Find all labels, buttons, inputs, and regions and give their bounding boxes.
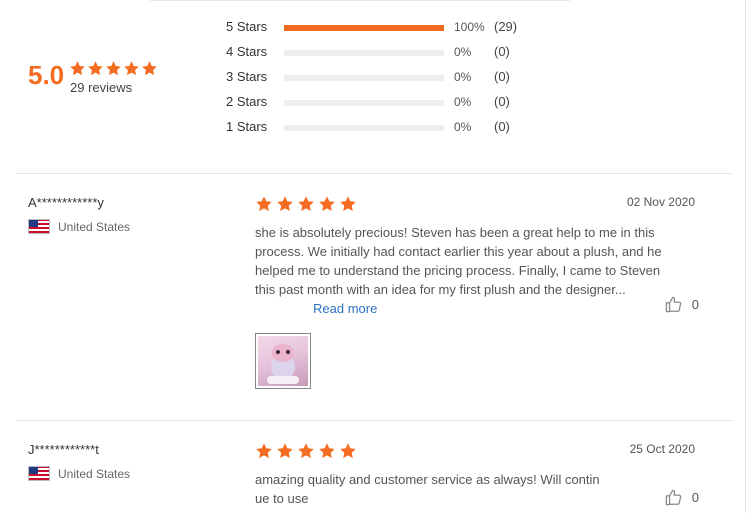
star-icon xyxy=(69,60,86,77)
right-border xyxy=(745,0,746,513)
distribution-bar xyxy=(284,75,444,81)
review-date: 25 Oct 2020 xyxy=(629,442,695,456)
review-count: 29 reviews xyxy=(70,80,133,95)
distribution-label: 5 Stars xyxy=(226,19,268,34)
star-icon xyxy=(339,195,357,213)
distribution-count: (29) xyxy=(494,19,518,34)
distribution-count: (0) xyxy=(494,94,510,109)
reviewer-name: A************y xyxy=(28,195,104,210)
distribution-label: 2 Stars xyxy=(226,94,268,109)
star-icon xyxy=(87,60,104,77)
distribution-count: (0) xyxy=(494,44,510,59)
thumbs-up-icon xyxy=(664,488,683,507)
distribution-percent: 0% xyxy=(454,95,472,109)
distribution-bar xyxy=(284,100,444,106)
us-flag-icon xyxy=(28,219,50,234)
review-photo-thumbnail[interactable] xyxy=(255,333,311,389)
review-stars xyxy=(255,195,357,213)
summary-stars xyxy=(69,60,158,77)
country-name: United States xyxy=(58,219,131,234)
distribution-label: 3 Stars xyxy=(226,69,268,84)
distribution-count: (0) xyxy=(494,119,510,134)
star-icon xyxy=(318,442,336,460)
reviewer-name: J************t xyxy=(28,442,99,457)
thumbs-up-icon xyxy=(664,295,683,314)
section-divider xyxy=(16,420,732,421)
star-icon xyxy=(141,60,158,77)
distribution-percent: 0% xyxy=(454,120,472,134)
distribution-percent: 0% xyxy=(454,70,472,84)
us-flag-icon xyxy=(28,466,50,481)
review-stars xyxy=(255,442,357,460)
country-name: United States xyxy=(58,466,131,481)
star-icon xyxy=(318,195,336,213)
distribution-label: 4 Stars xyxy=(226,44,268,59)
like-count: 0 xyxy=(691,490,699,505)
star-icon xyxy=(255,195,273,213)
star-icon xyxy=(123,60,140,77)
review-body: amazing quality and customer service as … xyxy=(255,472,600,506)
star-icon xyxy=(297,442,315,460)
like-count: 0 xyxy=(691,297,699,312)
review-text: amazing quality and customer service as … xyxy=(255,470,600,508)
star-icon xyxy=(255,442,273,460)
distribution-bar-fill xyxy=(284,25,444,31)
star-icon xyxy=(276,442,294,460)
section-divider xyxy=(16,173,732,174)
read-more-link[interactable]: Read more xyxy=(313,301,377,316)
star-icon xyxy=(339,442,357,460)
distribution-bar xyxy=(284,25,444,31)
reviewer-country: United States xyxy=(28,219,130,234)
distribution-bar xyxy=(284,125,444,131)
distribution-bar xyxy=(284,50,444,56)
star-icon xyxy=(297,195,315,213)
distribution-label: 1 Stars xyxy=(226,119,268,134)
distribution-count: (0) xyxy=(494,69,510,84)
helpful-button[interactable]: 0 xyxy=(664,488,699,507)
star-icon xyxy=(276,195,294,213)
distribution-percent: 100% xyxy=(454,20,485,34)
review-date: 02 Nov 2020 xyxy=(626,195,695,209)
helpful-button[interactable]: 0 xyxy=(664,295,699,314)
distribution-percent: 0% xyxy=(454,45,472,59)
review-body: she is absolutely precious! Steven has b… xyxy=(255,225,662,297)
plush-photo xyxy=(258,336,308,386)
average-score: 5.0 xyxy=(28,60,65,90)
top-divider xyxy=(150,0,570,1)
star-icon xyxy=(105,60,122,77)
reviewer-country: United States xyxy=(28,466,130,481)
review-text: she is absolutely precious! Steven has b… xyxy=(255,223,665,318)
